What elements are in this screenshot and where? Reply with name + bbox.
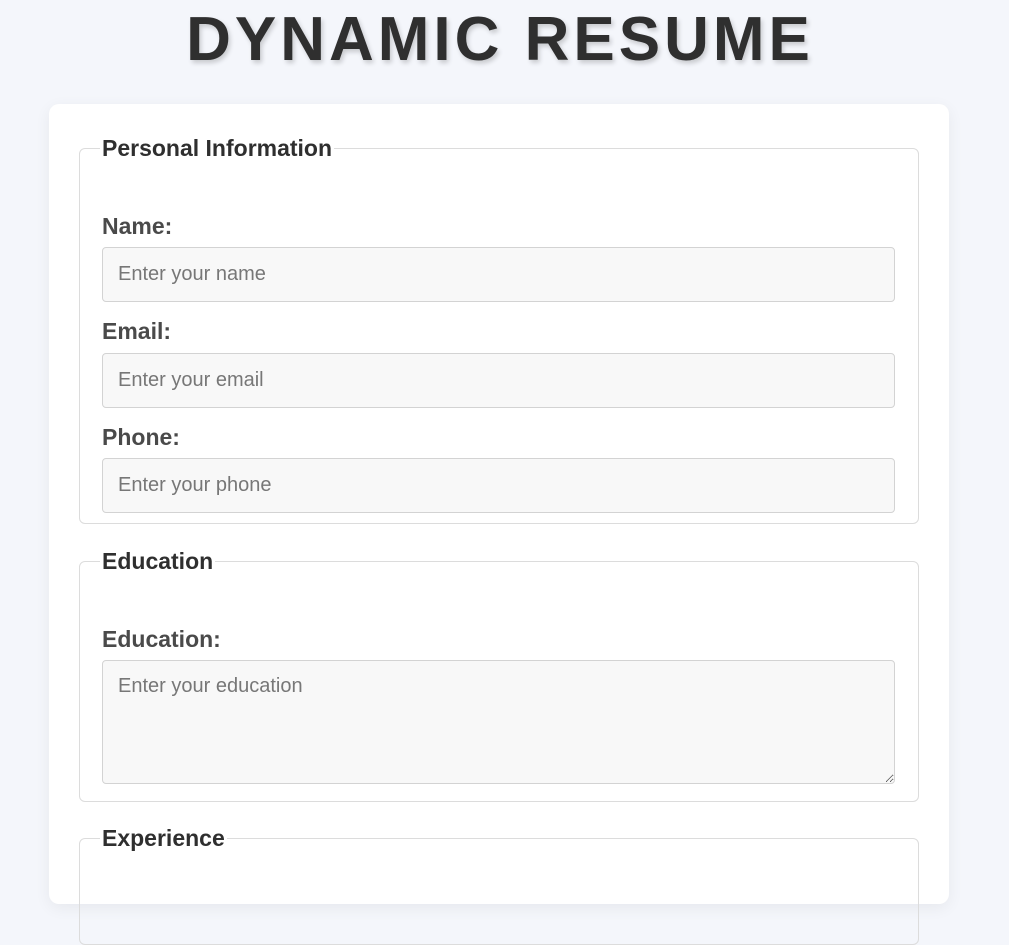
education-legend: Education [102, 548, 214, 574]
education-label: Education: [102, 626, 221, 652]
phone-input[interactable] [102, 458, 895, 513]
experience-section: Experience [79, 825, 919, 945]
name-label: Name: [102, 213, 173, 239]
personal-information-legend: Personal Information [102, 135, 333, 161]
page-title: DYNAMIC RESUME [186, 5, 814, 74]
experience-legend: Experience [102, 825, 225, 851]
education-textarea[interactable] [102, 660, 895, 784]
phone-label: Phone: [102, 424, 180, 450]
resume-form-card: Personal Information Name: Email: Phone:… [49, 104, 949, 945]
name-input[interactable] [102, 247, 895, 302]
education-section: Education Education: [79, 548, 919, 802]
email-label: Email: [102, 318, 172, 344]
personal-information-section: Personal Information Name: Email: Phone: [79, 135, 919, 524]
email-input[interactable] [102, 353, 895, 408]
